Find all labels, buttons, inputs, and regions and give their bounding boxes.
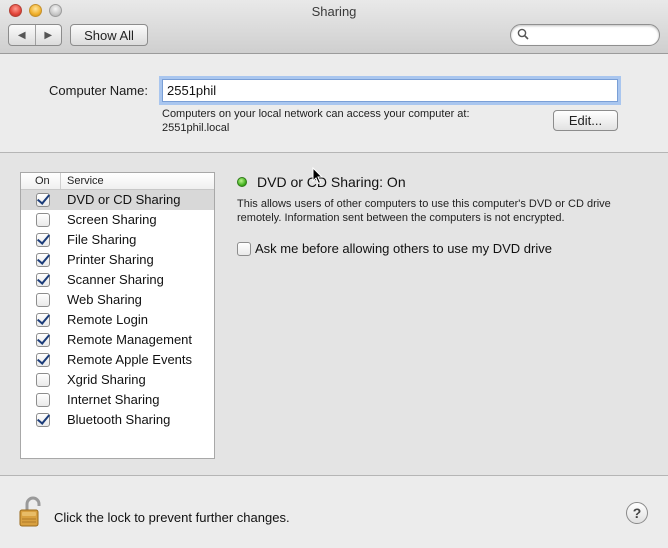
service-checkbox[interactable] xyxy=(36,293,50,307)
service-row[interactable]: Remote Login xyxy=(21,310,214,330)
left-arrow-icon: ◀ xyxy=(17,29,26,41)
service-name: File Sharing xyxy=(67,232,137,247)
service-checkbox[interactable] xyxy=(36,393,50,407)
service-list-header: On Service xyxy=(21,173,214,190)
service-name: Xgrid Sharing xyxy=(67,372,146,387)
forward-button[interactable]: ▶ xyxy=(34,25,62,45)
service-row[interactable]: File Sharing xyxy=(21,230,214,250)
service-name: Internet Sharing xyxy=(67,392,160,407)
edit-hostname-button[interactable]: Edit... xyxy=(553,110,618,131)
computer-name-label: Computer Name: xyxy=(49,83,148,98)
service-checkbox[interactable] xyxy=(36,253,50,267)
service-name: Printer Sharing xyxy=(67,252,154,267)
column-header-service[interactable]: Service xyxy=(61,173,104,189)
service-name: DVD or CD Sharing xyxy=(67,192,181,207)
service-row[interactable]: Printer Sharing xyxy=(21,250,214,270)
local-hostname: 2551phil.local xyxy=(162,122,230,134)
service-name: Screen Sharing xyxy=(67,212,157,227)
column-header-on[interactable]: On xyxy=(21,173,61,189)
help-icon: ? xyxy=(632,505,642,521)
service-checkbox[interactable] xyxy=(36,233,50,247)
back-button[interactable]: ◀ xyxy=(9,25,35,45)
service-rows: DVD or CD Sharing Screen Sharing File Shar… xyxy=(21,190,214,430)
service-description: This allows users of other computers to … xyxy=(237,198,611,224)
service-row[interactable]: Bluetooth Sharing xyxy=(21,410,214,430)
show-all-button[interactable]: Show All xyxy=(70,24,148,46)
service-row[interactable]: Remote Management xyxy=(21,330,214,350)
address-info-text: Computers on your local network can acce… xyxy=(162,108,470,120)
sharing-window: Sharing ◀ ▶ Show All Computer Name: Comp… xyxy=(0,0,668,548)
service-name: Bluetooth Sharing xyxy=(67,412,171,427)
title-bar: Sharing ◀ ▶ Show All xyxy=(0,0,668,54)
computer-address-info: Computers on your local network can acce… xyxy=(162,107,522,135)
service-name: Remote Apple Events xyxy=(67,352,193,367)
mouse-cursor-icon xyxy=(312,167,324,185)
search-icon xyxy=(517,28,529,43)
service-checkbox[interactable] xyxy=(36,193,50,207)
computer-name-field[interactable] xyxy=(162,79,618,102)
service-name: Scanner Sharing xyxy=(67,272,164,287)
service-row[interactable]: Web Sharing xyxy=(21,290,214,310)
service-checkbox[interactable] xyxy=(36,373,50,387)
status-indicator-icon xyxy=(237,177,247,187)
search-field[interactable] xyxy=(510,24,660,46)
service-list: On Service DVD or CD Sharing Screen Shari… xyxy=(20,172,215,459)
right-arrow-icon: ▶ xyxy=(44,29,53,41)
service-row[interactable]: Remote Apple Events xyxy=(21,350,214,370)
service-row[interactable]: Xgrid Sharing xyxy=(21,370,214,390)
service-checkbox[interactable] xyxy=(36,313,50,327)
service-row[interactable]: DVD or CD Sharing xyxy=(21,190,214,210)
ask-before-allowing-label[interactable]: Ask me before allowing others to use my … xyxy=(255,241,552,256)
service-checkbox[interactable] xyxy=(36,273,50,287)
service-name: Remote Login xyxy=(67,312,148,327)
service-name: Web Sharing xyxy=(67,292,142,307)
ask-before-allowing-checkbox[interactable] xyxy=(237,242,251,256)
window-title: Sharing xyxy=(311,4,357,19)
service-name: Remote Management xyxy=(67,332,193,347)
service-status: DVD or CD Sharing: On xyxy=(257,174,406,190)
lock-icon[interactable] xyxy=(18,496,46,528)
service-checkbox[interactable] xyxy=(36,213,50,227)
service-row[interactable]: Screen Sharing xyxy=(21,210,214,230)
service-checkbox[interactable] xyxy=(36,353,50,367)
service-checkbox[interactable] xyxy=(36,413,50,427)
back-forward-control: ◀ ▶ xyxy=(8,24,62,46)
service-row[interactable]: Scanner Sharing xyxy=(21,270,214,290)
search-input[interactable] xyxy=(533,27,653,43)
lock-message: Click the lock to prevent further change… xyxy=(54,510,290,525)
divider xyxy=(0,475,668,476)
help-button[interactable]: ? xyxy=(626,502,648,524)
service-row[interactable]: Internet Sharing xyxy=(21,390,214,410)
service-checkbox[interactable] xyxy=(36,333,50,347)
